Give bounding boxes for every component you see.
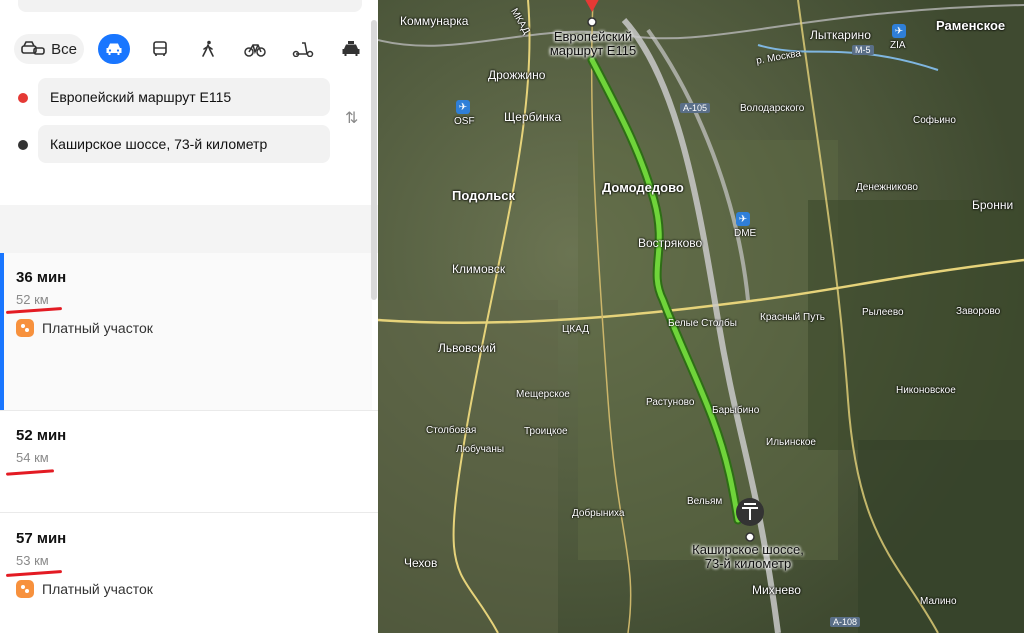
road-label: ЦКАД xyxy=(562,324,589,335)
road-badge: А-108 xyxy=(830,617,861,627)
place-label: Малино xyxy=(920,596,957,607)
end-label-line-2: 73-й километр xyxy=(704,556,792,571)
start-label-line-2: маршрут E115 xyxy=(549,43,637,58)
mode-bus-button[interactable] xyxy=(146,34,174,64)
place-label: Вельям xyxy=(687,496,723,507)
place-label: Климовск xyxy=(452,262,506,276)
place-label: Востряково xyxy=(638,236,703,250)
place-label: Добрыниха xyxy=(572,508,625,519)
to-input[interactable]: Каширское шоссе, 73-й километр xyxy=(38,125,330,163)
taxi-icon xyxy=(342,41,360,56)
place-label: Щербинка xyxy=(504,110,561,124)
place-label: Ильинское xyxy=(766,437,816,448)
road-badge: А-105 xyxy=(680,103,711,113)
mode-all-button[interactable]: Все xyxy=(14,34,84,64)
mode-bike-button[interactable] xyxy=(240,34,270,64)
place-label: Софьино xyxy=(913,115,956,126)
route-distance: 52 км xyxy=(16,292,49,307)
bike-icon xyxy=(244,44,266,57)
toll-section: Платный участок xyxy=(16,319,153,337)
route-option-2[interactable]: 52 мин 54 км xyxy=(0,411,372,512)
place-label: Володарского xyxy=(740,103,805,114)
road-badge: М-5 xyxy=(852,45,874,55)
panel-scrollbar[interactable] xyxy=(371,20,377,300)
section-gap xyxy=(0,205,378,253)
toll-icon xyxy=(16,580,34,598)
bus-icon xyxy=(153,41,167,56)
start-label-line-1: Европейский xyxy=(553,29,633,44)
place-label: Михнево xyxy=(752,583,801,597)
place-label: Коммунарка xyxy=(400,14,469,28)
car-icon xyxy=(21,41,45,55)
airport-label: DME xyxy=(734,228,757,239)
route-time: 52 мин xyxy=(16,427,67,444)
place-label: Чехов xyxy=(404,556,438,570)
place-label: Растуново xyxy=(646,397,695,408)
route-option-1[interactable]: 36 мин 52 км Платный участок xyxy=(0,253,372,410)
route-time: 57 мин xyxy=(16,530,67,547)
from-input[interactable]: Европейский маршрут E115 xyxy=(38,78,330,116)
mode-all-label: Все xyxy=(51,40,77,58)
airport-label: OSF xyxy=(454,116,475,127)
end-label-line-1: Каширское шоссе, xyxy=(692,542,804,557)
place-label: Мещерское xyxy=(516,389,570,400)
end-point-label: Каширское шоссе, 73-й километр xyxy=(683,543,813,571)
place-label: Столбовая xyxy=(426,425,477,436)
map-canvas xyxy=(378,0,1024,633)
end-point-dot xyxy=(18,140,28,150)
place-label: Белые Столбы xyxy=(668,318,737,329)
scooter-icon xyxy=(292,42,314,57)
annotation-underline xyxy=(5,469,55,476)
mode-taxi-button[interactable] xyxy=(336,34,366,64)
mode-car-button[interactable] xyxy=(98,34,130,64)
annotation-underline xyxy=(5,570,63,577)
toll-label: Платный участок xyxy=(42,320,153,336)
route-option-3[interactable]: 57 мин 53 км Платный участок xyxy=(0,513,372,633)
place-label: Лыткарино xyxy=(810,28,871,42)
place-label: Троицкое xyxy=(524,426,568,437)
car-icon xyxy=(106,43,122,55)
swap-icon[interactable]: ⇅ xyxy=(345,108,358,128)
place-label: Любучаны xyxy=(456,444,505,455)
mode-scooter-button[interactable] xyxy=(288,34,318,64)
annotation-underline xyxy=(5,307,63,314)
map[interactable]: Европейский маршрут E115 Каширское шоссе,… xyxy=(378,0,1024,633)
toll-icon xyxy=(16,319,34,337)
selected-indicator xyxy=(0,253,4,410)
airport-label: ZIA xyxy=(890,40,906,51)
place-label: Домодедово xyxy=(602,180,684,195)
route-distance: 53 км xyxy=(16,553,49,568)
place-label: Подольск xyxy=(452,188,515,203)
airport-icon: ✈ xyxy=(736,212,750,226)
toll-label: Платный участок xyxy=(42,581,153,597)
place-label: Денежниково xyxy=(856,182,918,193)
route-time: 36 мин xyxy=(16,269,67,286)
route-distance: 54 км xyxy=(16,450,49,465)
place-label: Красный Путь xyxy=(760,312,825,323)
walk-icon xyxy=(202,40,214,57)
airport-icon: ✈ xyxy=(892,24,906,38)
place-label: Раменское xyxy=(936,18,1006,33)
place-label: Дрожжино xyxy=(488,68,546,82)
route-panel: Все Европейский маршрут E115 Каширское ш… xyxy=(0,0,378,633)
start-point-label: Европейский маршрут E115 xyxy=(538,30,648,58)
mode-walk-button[interactable] xyxy=(194,34,222,64)
airport-icon: ✈ xyxy=(456,100,470,114)
place-label: Рылеево xyxy=(862,307,904,318)
toll-section: Платный участок xyxy=(16,580,153,598)
place-label: Барыбино xyxy=(712,405,760,416)
place-label: Никоновское xyxy=(896,385,956,396)
place-label: Заворово xyxy=(956,306,1001,317)
place-label: Львовский xyxy=(438,341,496,355)
start-point-dot xyxy=(18,93,28,103)
search-bar[interactable] xyxy=(18,0,362,12)
place-label: Бронни xyxy=(972,198,1014,212)
